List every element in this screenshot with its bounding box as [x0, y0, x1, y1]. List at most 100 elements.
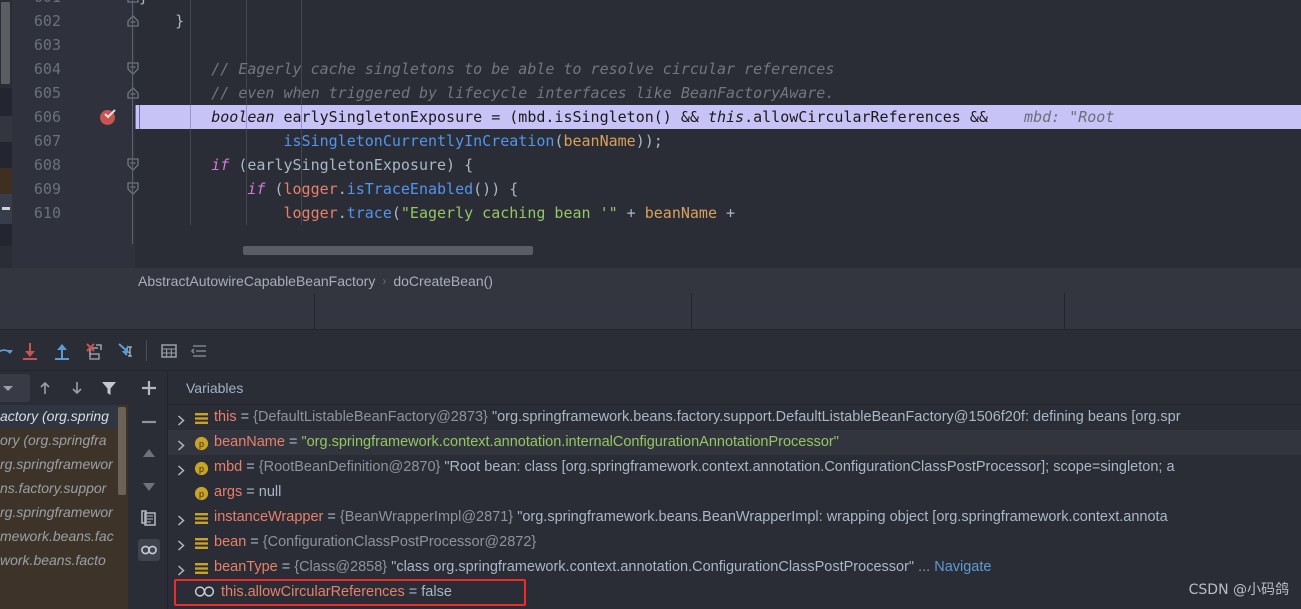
frame-item[interactable]: work.beans.facto	[0, 548, 118, 572]
chevron-down-icon[interactable]	[0, 378, 18, 398]
chevron-right-icon[interactable]	[175, 436, 187, 451]
vertical-scrollbar-thumb[interactable]	[1, 2, 10, 84]
variable-segment: "org.springframework.beans.factory.suppo…	[491, 409, 1181, 425]
tab-strip[interactable]	[0, 293, 1301, 329]
indent-guide	[301, 9, 302, 33]
code-line-text: if (earlySingletonExposure) {	[135, 153, 473, 177]
code-token: if	[211, 156, 230, 174]
code-token: mbd:	[996, 108, 1070, 126]
variable-row[interactable]: this = {DefaultListableBeanFactory@2873}…	[168, 405, 1301, 430]
frame-item[interactable]: ory (org.springfra	[0, 428, 118, 452]
variable-text: bean = {ConfigurationClassPostProcessor@…	[214, 530, 536, 555]
remove-watch-icon[interactable]	[138, 411, 160, 433]
chevron-right-icon[interactable]	[175, 461, 187, 476]
debugger-toolbar[interactable]	[0, 329, 1301, 370]
variable-segment: =	[246, 534, 263, 550]
variable-text: beanType = {Class@2858} "class org.sprin…	[214, 555, 991, 580]
tab-cell[interactable]	[1065, 293, 1301, 329]
variable-row[interactable]: p beanName = "org.springframework.context…	[168, 430, 1301, 455]
code-line[interactable]: logger.trace("Eagerly caching bean '" + …	[135, 201, 1301, 225]
chevron-right-icon[interactable]	[175, 536, 187, 551]
chevron-right-icon[interactable]	[175, 511, 187, 526]
move-watch-up-icon[interactable]	[138, 443, 160, 465]
variable-row[interactable]: p args = null	[168, 480, 1301, 505]
breakpoint-icon[interactable]	[100, 109, 117, 126]
tab-cell[interactable]	[692, 293, 1065, 329]
step-out-icon[interactable]	[52, 341, 72, 361]
code-line[interactable]: if (logger.isTraceEnabled()) {	[135, 177, 1301, 201]
step-into-icon[interactable]	[20, 341, 40, 361]
frames-down-icon[interactable]	[67, 378, 87, 398]
variable-row[interactable]: this.allowCircularReferences = false	[168, 580, 1301, 605]
frames-panel[interactable]: actory (org.spring ory (org.springfra rg.s…	[0, 371, 128, 609]
code-line[interactable]: // even when triggered by lifecycle inte…	[135, 81, 1301, 105]
code-content[interactable]: } } // Eagerly cache singletons to be ab…	[135, 0, 1301, 268]
step-over-icon[interactable]	[0, 341, 14, 361]
code-line[interactable]	[135, 33, 1301, 57]
code-line[interactable]: }	[135, 9, 1301, 33]
code-token: if	[247, 180, 266, 198]
code-line-current[interactable]: boolean earlySingletonExposure = (mbd.is…	[135, 105, 1301, 129]
frame-item[interactable]: actory (org.spring	[0, 405, 118, 428]
horizontal-scrollbar-thumb[interactable]	[243, 246, 533, 255]
evaluate-expression-icon[interactable]	[159, 341, 179, 361]
run-to-cursor-icon[interactable]	[116, 341, 136, 361]
variable-row[interactable]: bean = {ConfigurationClassPostProcessor@…	[168, 530, 1301, 555]
breadcrumb[interactable]: AbstractAutowireCapableBeanFactory › doC…	[0, 268, 1301, 293]
indent-guide	[190, 9, 191, 33]
variable-row[interactable]: instanceWrapper = {BeanWrapperImpl@2871}…	[168, 505, 1301, 530]
move-watch-down-icon[interactable]	[138, 475, 160, 497]
variable-segment[interactable]: Navigate	[934, 559, 991, 575]
indent-guide	[190, 33, 191, 57]
tab-cell[interactable]	[0, 293, 315, 329]
code-token: beanName	[563, 132, 636, 150]
frames-scrollbar-thumb[interactable]	[118, 407, 126, 495]
frame-item[interactable]: rg.springframewor	[0, 452, 118, 476]
frame-item[interactable]: ns.factory.suppor	[0, 476, 118, 500]
field-icon	[194, 560, 209, 575]
frames-up-icon[interactable]	[35, 378, 55, 398]
code-line[interactable]: isSingletonCurrentlyInCreation(beanName)…	[135, 129, 1301, 153]
line-number: 607	[33, 132, 61, 150]
code-editor[interactable]: 601 602 603 604 605 606 607 608 609 610 } } // Ea…	[0, 0, 1301, 268]
tab-cell[interactable]	[315, 293, 692, 329]
indent-guide	[246, 0, 247, 9]
editor-gutter[interactable]: 601 602 603 604 605 606 607 608 609 610	[12, 0, 139, 268]
force-step-into-icon[interactable]	[84, 341, 104, 361]
frame-item[interactable]: mework.beans.fac	[0, 524, 118, 548]
line-number: 602	[33, 12, 61, 30]
frames-list[interactable]: actory (org.spring ory (org.springfra rg.s…	[0, 405, 128, 609]
variables-list[interactable]: this = {DefaultListableBeanFactory@2873}…	[168, 405, 1301, 609]
copy-value-icon[interactable]	[138, 507, 160, 529]
code-line[interactable]: if (earlySingletonExposure) {	[135, 153, 1301, 177]
variable-segment: =	[323, 509, 340, 525]
variable-segment: {DefaultListableBeanFactory@2873}	[253, 409, 492, 425]
frame-item[interactable]: rg.springframewor	[0, 500, 118, 524]
add-watch-icon[interactable]	[138, 377, 160, 399]
code-line[interactable]: // Eagerly cache singletons to be able t…	[135, 57, 1301, 81]
code-token: trace	[346, 204, 392, 222]
show-execution-point-icon[interactable]	[190, 341, 210, 361]
variables-panel[interactable]: Variables this = {DefaultListableBeanFac…	[168, 371, 1301, 609]
watch-icon	[194, 583, 216, 605]
variable-segment: =	[284, 434, 302, 450]
variable-row[interactable]: p mbd = {RootBeanDefinition@2870} "Root b…	[168, 455, 1301, 480]
breadcrumb-method[interactable]: doCreateBean()	[393, 273, 493, 289]
chevron-right-icon[interactable]	[175, 411, 187, 426]
code-line-text: // even when triggered by lifecycle inte…	[135, 81, 834, 105]
inline-watches-icon[interactable]	[138, 539, 160, 561]
chevron-right-icon[interactable]	[175, 561, 187, 576]
variable-row[interactable]: beanType = {Class@2858} "class org.sprin…	[168, 555, 1301, 580]
variable-segment: bean	[214, 534, 247, 550]
watch-buttons-column[interactable]	[128, 371, 168, 609]
breadcrumb-class[interactable]: AbstractAutowireCapableBeanFactory	[138, 273, 375, 289]
variable-segment: {BeanWrapperImpl@2871}	[339, 509, 518, 525]
filter-frames-icon[interactable]	[99, 378, 119, 398]
variable-segment: this.allowCircularReferences	[221, 584, 405, 600]
code-line[interactable]: }	[135, 0, 1301, 9]
frames-toolbar[interactable]	[0, 371, 128, 405]
code-token: isTraceEnabled	[346, 180, 474, 198]
indent-guide	[301, 0, 302, 9]
